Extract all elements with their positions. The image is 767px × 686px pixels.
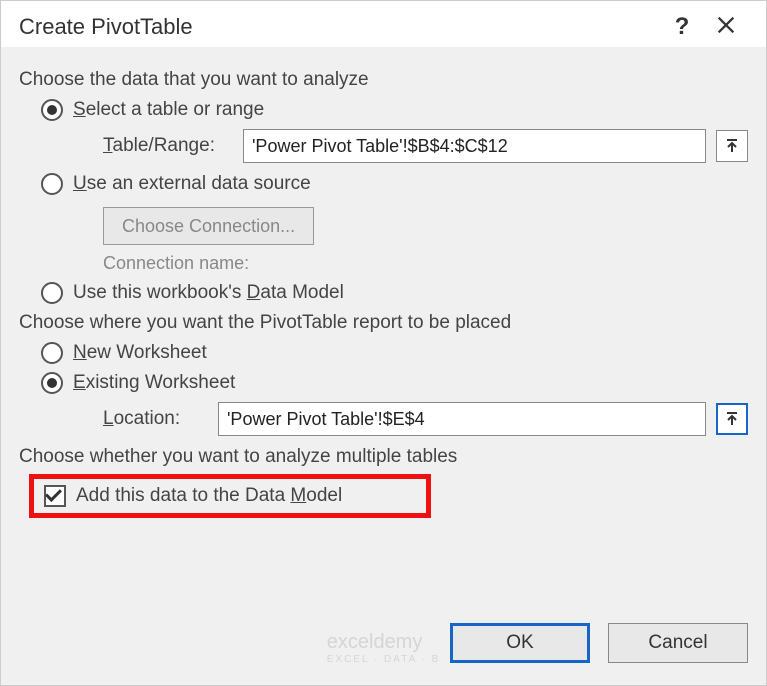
location-label: Location: xyxy=(103,408,208,430)
location-input[interactable] xyxy=(218,402,706,436)
dialog-content: Choose the data that you want to analyze… xyxy=(1,47,766,605)
create-pivottable-dialog: Create PivotTable ? Choose the data that… xyxy=(1,1,766,685)
radio-icon[interactable] xyxy=(41,372,63,394)
radio-icon[interactable] xyxy=(41,99,63,121)
dialog-footer: OK Cancel xyxy=(1,605,766,685)
dialog-title: Create PivotTable xyxy=(19,14,660,40)
radio-label: New Worksheet xyxy=(73,342,207,364)
radio-label: Use this workbook's Data Model xyxy=(73,282,344,304)
table-range-label: Table/Range: xyxy=(103,135,233,157)
collapse-range-icon[interactable] xyxy=(716,130,748,162)
checkbox-label: Add this data to the Data Model xyxy=(76,485,342,507)
add-to-data-model-row[interactable]: Add this data to the Data Model xyxy=(29,474,431,518)
radio-new-worksheet[interactable]: New Worksheet xyxy=(41,342,748,364)
table-range-input[interactable] xyxy=(243,129,706,163)
titlebar: Create PivotTable ? xyxy=(1,1,766,47)
radio-icon[interactable] xyxy=(41,173,63,195)
section-placement-label: Choose where you want the PivotTable rep… xyxy=(19,312,748,334)
radio-existing-worksheet[interactable]: Existing Worksheet xyxy=(41,372,748,394)
help-icon[interactable]: ? xyxy=(660,13,704,41)
section-analyze-label: Choose the data that you want to analyze xyxy=(19,69,748,91)
radio-workbook-datamodel[interactable]: Use this workbook's Data Model xyxy=(41,282,748,304)
connection-name-label: Connection name: xyxy=(103,253,748,274)
ok-button[interactable]: OK xyxy=(450,623,590,663)
table-range-row: Table/Range: xyxy=(103,129,748,163)
radio-icon[interactable] xyxy=(41,342,63,364)
radio-label: Existing Worksheet xyxy=(73,372,235,394)
radio-label: Use an external data source xyxy=(73,173,311,195)
radio-icon[interactable] xyxy=(41,282,63,304)
collapse-range-icon[interactable] xyxy=(716,403,748,435)
location-row: Location: xyxy=(103,402,748,436)
choose-connection-button: Choose Connection... xyxy=(103,207,314,245)
checkbox-icon[interactable] xyxy=(44,485,66,507)
close-icon[interactable] xyxy=(704,14,748,41)
radio-select-table-range[interactable]: Select a table or range xyxy=(41,99,748,121)
cancel-button[interactable]: Cancel xyxy=(608,623,748,663)
radio-label: Select a table or range xyxy=(73,99,264,121)
section-multiple-tables-label: Choose whether you want to analyze multi… xyxy=(19,446,748,468)
radio-external-source[interactable]: Use an external data source xyxy=(41,173,748,195)
